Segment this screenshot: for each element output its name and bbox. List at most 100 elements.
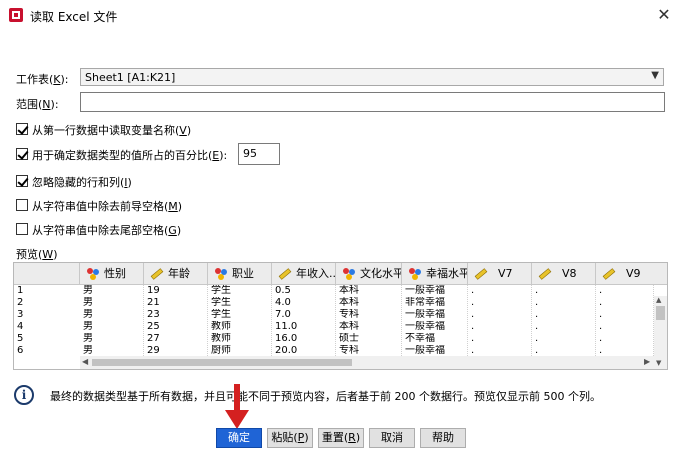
column-header-label: V7 bbox=[498, 267, 513, 280]
table-cell: 男 bbox=[80, 321, 144, 332]
chevron-down-icon: ▼ bbox=[651, 70, 659, 81]
percent-input[interactable]: 95 bbox=[238, 143, 280, 165]
table-cell: 男 bbox=[80, 297, 144, 308]
column-header-label: 职业 bbox=[232, 267, 254, 280]
info-text: 最终的数据类型基于所有数据，并且可能不同于预览内容，后者基于前 200 个数据行… bbox=[50, 390, 601, 403]
ok-button[interactable]: 确定 bbox=[216, 428, 262, 448]
column-header[interactable]: V9 bbox=[596, 263, 667, 285]
table-cell: . bbox=[596, 309, 654, 320]
column-header[interactable]: V7 bbox=[468, 263, 532, 285]
table-cell: 教师 bbox=[208, 333, 272, 344]
table-cell: . bbox=[532, 297, 596, 308]
preview-grid[interactable]: 性别 年龄 职业 年收入... 文化水平 幸福水平 V7 V8 V9 1 男 19 学… bbox=[13, 262, 668, 370]
scroll-left-icon[interactable]: ◀ bbox=[82, 357, 88, 366]
column-header-label: 年龄 bbox=[168, 267, 190, 280]
table-cell: 非常幸福 bbox=[402, 297, 468, 308]
trim-trailing-checkbox[interactable] bbox=[16, 223, 28, 235]
read-varnames-checkbox[interactable] bbox=[16, 123, 28, 135]
table-cell: 本科 bbox=[336, 297, 402, 308]
column-header[interactable]: 职业 bbox=[208, 263, 272, 285]
vertical-scrollbar[interactable]: ▲ ▼ bbox=[654, 296, 667, 369]
table-cell: . bbox=[468, 321, 532, 332]
scroll-up-icon[interactable]: ▲ bbox=[656, 296, 661, 304]
ignore-hidden-label: 忽略隐藏的行和列(I) bbox=[32, 176, 132, 189]
table-cell: 男 bbox=[80, 285, 144, 296]
row-number: 6 bbox=[14, 345, 80, 356]
worksheet-label: 工作表(K): bbox=[16, 73, 69, 86]
percent-checkbox[interactable] bbox=[16, 148, 28, 160]
row-header-corner bbox=[14, 263, 80, 285]
table-cell: 学生 bbox=[208, 309, 272, 320]
horizontal-scrollbar[interactable]: ◀ ▶ bbox=[80, 356, 654, 369]
row-number: 5 bbox=[14, 333, 80, 344]
column-header[interactable]: 文化水平 bbox=[336, 263, 402, 285]
column-header[interactable]: V8 bbox=[532, 263, 596, 285]
column-header[interactable]: 年龄 bbox=[144, 263, 208, 285]
window-title: 读取 Excel 文件 bbox=[30, 10, 118, 24]
table-cell: 硕士 bbox=[336, 333, 402, 344]
table-cell: . bbox=[596, 321, 654, 332]
table-cell: 25 bbox=[144, 321, 208, 332]
table-cell: 一般幸福 bbox=[402, 309, 468, 320]
table-cell: . bbox=[532, 345, 596, 356]
info-icon: i bbox=[14, 385, 34, 405]
column-header[interactable]: 性别 bbox=[80, 263, 144, 285]
table-cell: . bbox=[468, 333, 532, 344]
table-cell: 21 bbox=[144, 297, 208, 308]
cancel-button[interactable]: 取消 bbox=[369, 428, 415, 448]
table-cell: 一般幸福 bbox=[402, 321, 468, 332]
paste-button[interactable]: 粘贴(P) bbox=[267, 428, 313, 448]
scale-icon bbox=[538, 268, 552, 280]
table-cell: . bbox=[468, 345, 532, 356]
table-cell: 学生 bbox=[208, 297, 272, 308]
read-varnames-label: 从第一行数据中读取变量名称(V) bbox=[32, 124, 192, 137]
scroll-right-icon[interactable]: ▶ bbox=[644, 357, 650, 366]
worksheet-select-value: Sheet1 [A1:K21] bbox=[85, 71, 176, 84]
column-header[interactable]: 年收入... bbox=[272, 263, 336, 285]
table-cell: . bbox=[596, 345, 654, 356]
column-header-label: 文化水平 bbox=[360, 267, 402, 280]
help-button[interactable]: 帮助 bbox=[420, 428, 466, 448]
table-cell: 11.0 bbox=[272, 321, 336, 332]
table-cell: 教师 bbox=[208, 321, 272, 332]
table-cell: 一般幸福 bbox=[402, 285, 468, 296]
table-cell: 男 bbox=[80, 333, 144, 344]
row-number: 3 bbox=[14, 309, 80, 320]
table-cell: 本科 bbox=[336, 321, 402, 332]
table-cell: . bbox=[468, 285, 532, 296]
table-cell: 不幸福 bbox=[402, 333, 468, 344]
table-cell: 27 bbox=[144, 333, 208, 344]
table-cell: 0.5 bbox=[272, 285, 336, 296]
table-cell: 本科 bbox=[336, 285, 402, 296]
column-header-label: V8 bbox=[562, 267, 577, 280]
scrollbar-thumb[interactable] bbox=[92, 359, 352, 366]
row-number: 1 bbox=[14, 285, 80, 296]
table-cell: . bbox=[532, 309, 596, 320]
table-cell: 29 bbox=[144, 345, 208, 356]
trim-leading-checkbox[interactable] bbox=[16, 199, 28, 211]
title-bar: 读取 Excel 文件 ✕ bbox=[0, 0, 680, 30]
nominal-icon bbox=[87, 268, 99, 280]
ignore-hidden-checkbox[interactable] bbox=[16, 175, 28, 187]
table-cell: 专科 bbox=[336, 345, 402, 356]
worksheet-select[interactable]: Sheet1 [A1:K21] ▼ bbox=[80, 68, 664, 86]
table-cell: 16.0 bbox=[272, 333, 336, 344]
scrollbar-thumb[interactable] bbox=[656, 306, 665, 320]
row-number: 4 bbox=[14, 321, 80, 332]
table-cell: 20.0 bbox=[272, 345, 336, 356]
scroll-down-icon[interactable]: ▼ bbox=[656, 359, 661, 367]
column-header-label: 年收入... bbox=[296, 267, 336, 280]
scale-icon bbox=[602, 268, 616, 280]
table-cell: . bbox=[596, 297, 654, 308]
red-arrow-icon bbox=[225, 384, 249, 429]
reset-button[interactable]: 重置(R) bbox=[318, 428, 364, 448]
nominal-icon bbox=[215, 268, 227, 280]
column-header[interactable]: 幸福水平 bbox=[402, 263, 468, 285]
table-cell: . bbox=[532, 333, 596, 344]
scale-icon bbox=[474, 268, 488, 280]
table-cell: 男 bbox=[80, 345, 144, 356]
range-input[interactable] bbox=[80, 92, 665, 112]
range-label: 范围(N): bbox=[16, 98, 59, 111]
close-icon[interactable]: ✕ bbox=[652, 3, 676, 27]
table-cell: 男 bbox=[80, 309, 144, 320]
